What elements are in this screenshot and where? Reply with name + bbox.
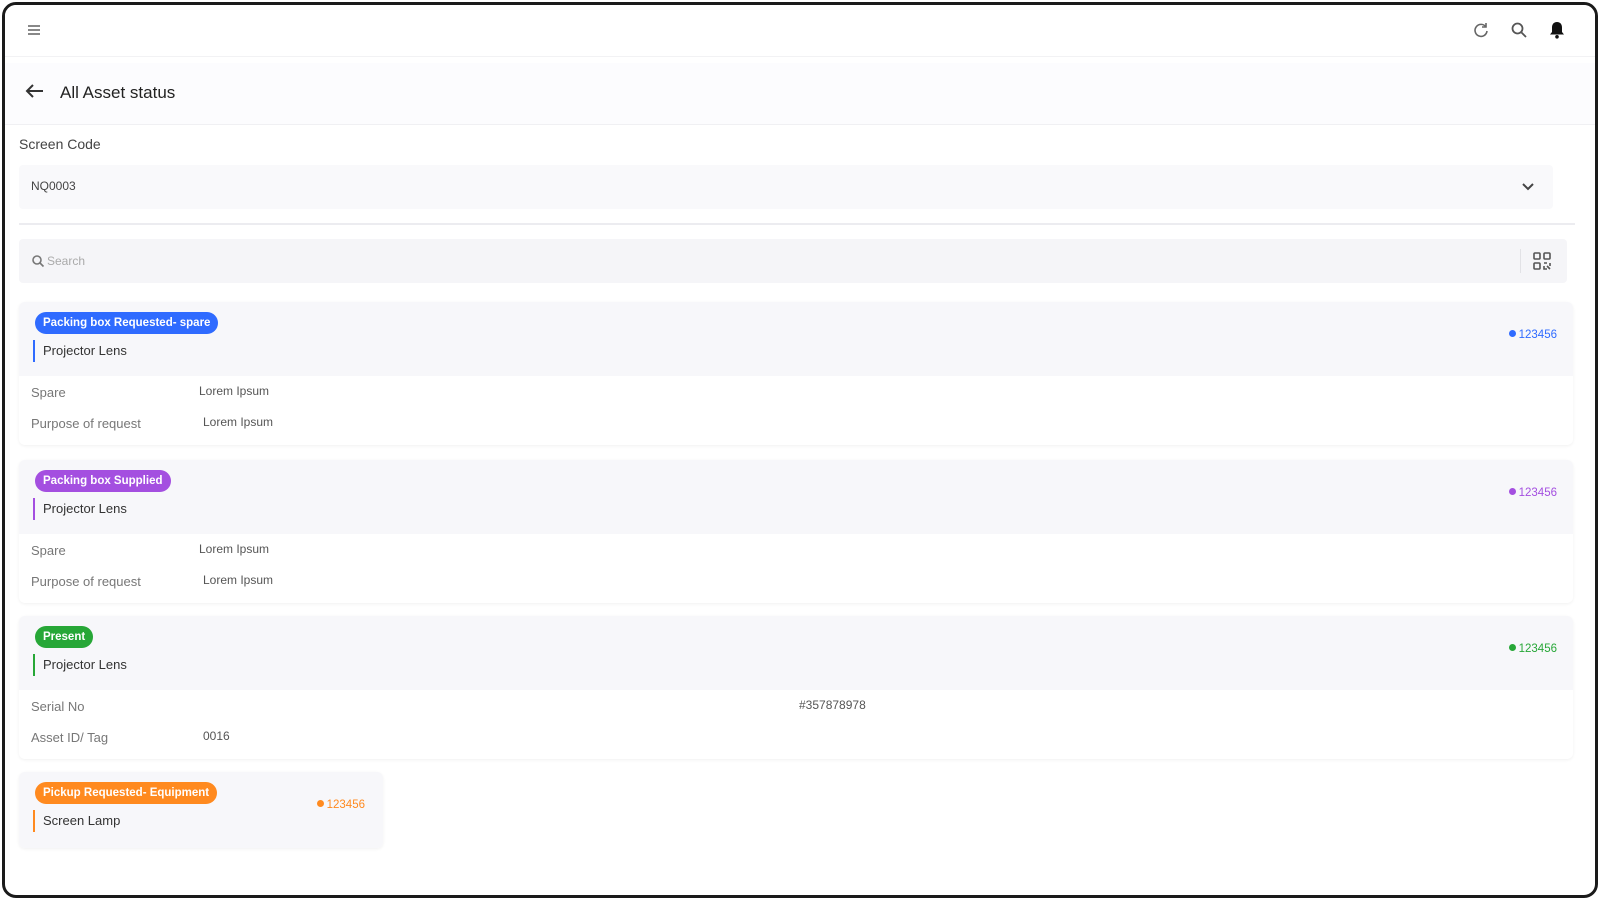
card-header: Packing box Supplied Projector Lens 1234… [19, 460, 1573, 534]
asset-name: Projector Lens [43, 343, 127, 358]
status-dot [1508, 330, 1516, 337]
asset-card[interactable]: Present Projector Lens 123456 Serial No … [19, 616, 1573, 759]
reference-number: 123456 [1508, 487, 1557, 499]
reference-value: 123456 [1518, 487, 1557, 499]
card-header: Pickup Requested- Equipment Screen Lamp … [19, 772, 383, 848]
top-bar [5, 5, 1595, 57]
asset-name: Projector Lens [43, 657, 127, 672]
asset-name: Screen Lamp [43, 813, 121, 828]
menu-icon[interactable] [25, 23, 45, 39]
status-dot [316, 800, 324, 807]
screen-code-select[interactable]: NQ0003 [19, 165, 1553, 209]
search-separator [1520, 249, 1521, 273]
search-bar [19, 239, 1567, 283]
accent-bar [33, 810, 35, 832]
row-value: 0016 [203, 729, 230, 743]
chevron-down-icon [1519, 177, 1537, 195]
row-label: Spare [31, 385, 66, 400]
status-badge: Packing box Supplied [35, 470, 171, 492]
divider [19, 223, 1575, 225]
qr-code-icon[interactable] [1531, 250, 1553, 272]
row-value: Lorem Ipsum [203, 573, 274, 587]
status-dot [1508, 488, 1516, 495]
row-value: #357878978 [799, 698, 866, 712]
reference-value: 123456 [1518, 643, 1557, 655]
status-badge: Present [35, 626, 94, 648]
status-badge: Pickup Requested- Equipment [35, 782, 218, 804]
search-icon [31, 254, 45, 268]
accent-bar [33, 654, 35, 676]
accent-bar [33, 498, 35, 520]
card-header: Present Projector Lens 123456 [19, 616, 1573, 690]
status-dot [1508, 644, 1516, 651]
status-badge: Packing box Requested- spare [35, 312, 219, 334]
page-header: All Asset status [5, 63, 1595, 125]
page-title: All Asset status [60, 83, 176, 102]
row-value: Lorem Ipsum [199, 384, 270, 398]
reference-number: 123456 [1508, 643, 1557, 655]
reference-value: 123456 [1518, 329, 1557, 341]
reference-number: 123456 [316, 799, 365, 811]
row-value: Lorem Ipsum [199, 542, 270, 556]
screen-code-label: Screen Code [19, 136, 101, 152]
app-window: All Asset status Screen Code NQ0003 Pack… [2, 2, 1598, 898]
asset-card[interactable]: Packing box Requested- spare Projector L… [19, 302, 1573, 445]
row-label: Asset ID/ Tag [31, 730, 109, 745]
accent-bar [33, 340, 35, 362]
asset-card[interactable]: Packing box Supplied Projector Lens 1234… [19, 460, 1573, 603]
refresh-icon[interactable] [1471, 19, 1491, 41]
card-header: Packing box Requested- spare Projector L… [19, 302, 1573, 376]
search-input[interactable] [47, 249, 1507, 273]
bell-icon[interactable] [1547, 19, 1567, 41]
search-icon[interactable] [1509, 19, 1529, 41]
row-label: Serial No [31, 699, 85, 714]
row-label: Purpose of request [31, 574, 141, 589]
row-value: Lorem Ipsum [203, 415, 274, 429]
back-arrow-icon[interactable] [21, 79, 49, 103]
reference-value: 123456 [326, 799, 365, 811]
screen-code-value: NQ0003 [31, 179, 76, 193]
asset-card[interactable]: Pickup Requested- Equipment Screen Lamp … [19, 772, 383, 848]
row-label: Spare [31, 543, 66, 558]
reference-number: 123456 [1508, 329, 1557, 341]
asset-name: Projector Lens [43, 501, 127, 516]
row-label: Purpose of request [31, 416, 141, 431]
